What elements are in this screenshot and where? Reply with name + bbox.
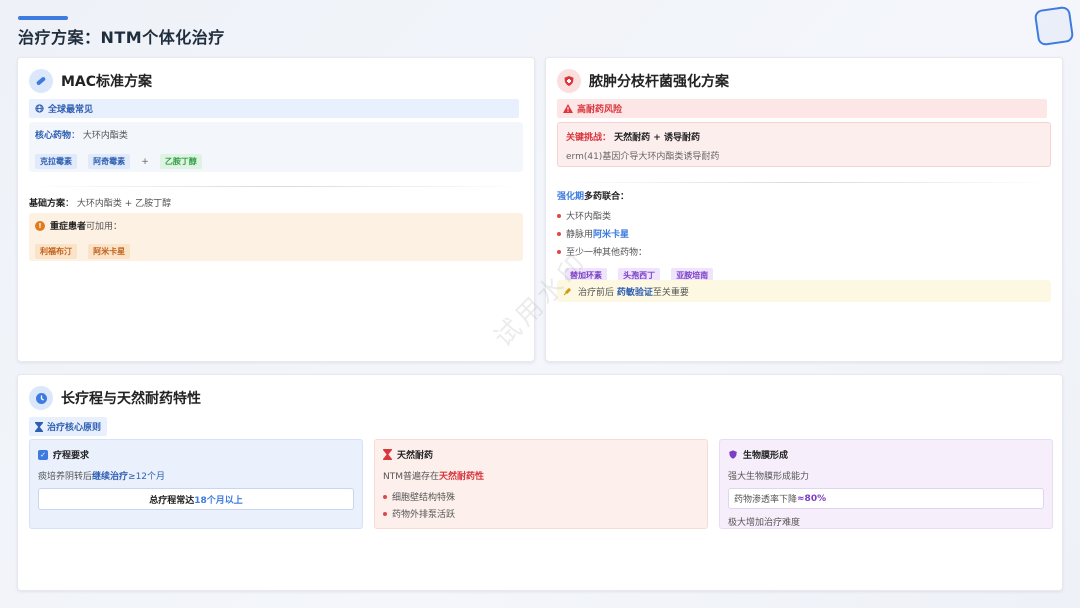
shield-icon bbox=[729, 450, 737, 459]
info-icon: ! bbox=[35, 220, 45, 231]
phase-blue: 强化期 bbox=[557, 192, 585, 202]
core-drug-label: 核心药物 bbox=[35, 131, 72, 141]
title-accent-bar bbox=[18, 16, 68, 20]
abscessus-card: 脓肿分枝杆菌强化方案 高耐药风险 关键挑战： 天然耐药 + 诱导耐药 erm(4… bbox=[545, 57, 1063, 362]
challenge-line: 关键挑战： 天然耐药 + 诱导耐药 bbox=[566, 133, 700, 143]
list-item: 大环内酯类 bbox=[557, 209, 1051, 222]
list-item: 药物外排泵活跃 bbox=[383, 507, 699, 520]
drug-chip: 阿奇霉素 bbox=[88, 154, 131, 169]
natural-resistance-text: NTM普遍存在天然耐药性 bbox=[383, 469, 699, 482]
resistance-text-prefix: NTM普遍存在 bbox=[383, 472, 439, 482]
iv-drug: 阿米卡星 bbox=[593, 230, 630, 240]
long-course-card: 长疗程与天然耐药特性 治疗核心原则 ✓ 疗程要求 痰培养阴转后继续治疗≥12个月… bbox=[17, 374, 1063, 591]
course-requirement-title: 疗程要求 bbox=[53, 451, 90, 461]
natural-resistance-title: 天然耐药 bbox=[397, 451, 434, 461]
high-risk-tag: 高耐药风险 bbox=[557, 99, 1047, 118]
hourglass-icon bbox=[383, 449, 392, 460]
divider bbox=[557, 182, 1051, 183]
natural-resistance-head: 天然耐药 bbox=[383, 448, 699, 461]
mac-card: MAC标准方案 全球最常见 核心药物： 大环内酯类 克拉霉素 阿奇霉素 + 乙胺… bbox=[17, 57, 535, 362]
course-box-bold: 18个月以上 bbox=[194, 495, 243, 506]
biofilm-text: 强大生物膜形成能力 bbox=[728, 472, 810, 482]
base-plan-label: 基础方案 bbox=[29, 199, 66, 209]
penetration-prefix: 药物渗透率下降 bbox=[734, 495, 798, 505]
shield-icon bbox=[557, 69, 581, 93]
global-common-tag: 全球最常见 bbox=[29, 99, 519, 118]
course-requirement-box: ✓ 疗程要求 痰培养阴转后继续治疗≥12个月 总疗程常达 18个月以上 bbox=[29, 439, 363, 529]
severe-bold: 重症患者 bbox=[50, 222, 87, 232]
iv-prefix: 静脉用 bbox=[566, 230, 594, 240]
course-text-bold: 继续治疗 bbox=[92, 472, 129, 482]
biofilm-head: 生物膜形成 bbox=[728, 448, 1044, 461]
plus-sign: + bbox=[141, 157, 149, 167]
mac-title: MAC标准方案 bbox=[61, 74, 153, 90]
principle-tag: 治疗核心原则 bbox=[29, 417, 108, 436]
penetration-bold: ≈80% bbox=[797, 493, 827, 504]
severe-rest: 可加用： bbox=[86, 222, 123, 232]
course-total-box: 总疗程常达 18个月以上 bbox=[38, 488, 354, 510]
syringe-icon bbox=[563, 288, 571, 296]
long-course-header: 长疗程与天然耐药特性 bbox=[29, 386, 201, 410]
clock-icon bbox=[29, 386, 53, 410]
warning-icon bbox=[563, 104, 573, 113]
drug-chip: 乙胺丁醇 bbox=[159, 154, 202, 169]
global-common-label: 全球最常见 bbox=[48, 105, 94, 115]
list-item: 至少一种其他药物： bbox=[557, 245, 1051, 258]
mac-card-header: MAC标准方案 bbox=[29, 69, 152, 93]
biofilm-title: 生物膜形成 bbox=[743, 451, 789, 461]
severe-line: ! 重症患者可加用： bbox=[35, 219, 517, 232]
core-drug-box: 核心药物： 大环内酯类 克拉霉素 阿奇霉素 + 乙胺丁醇 bbox=[29, 122, 523, 172]
course-box-prefix: 总疗程常达 bbox=[149, 495, 195, 506]
course-requirement-head: ✓ 疗程要求 bbox=[38, 448, 354, 461]
tip-suffix: 至关重要 bbox=[652, 287, 689, 298]
drug-chip: 克拉霉素 bbox=[35, 154, 77, 169]
pill-icon bbox=[29, 69, 53, 93]
susceptibility-tip: 治疗前后 药敏验证至关重要 bbox=[557, 280, 1051, 302]
calendar-icon: ✓ bbox=[38, 449, 48, 460]
challenge-value: 天然耐药 + 诱导耐药 bbox=[614, 133, 700, 143]
phase-line: 强化期多药联合： bbox=[557, 189, 1051, 202]
principle-label: 治疗核心原则 bbox=[47, 423, 102, 433]
corner-logo bbox=[1033, 5, 1075, 47]
high-risk-label: 高耐药风险 bbox=[577, 105, 623, 115]
page-title: 治疗方案：NTM个体化治疗 bbox=[18, 28, 225, 47]
biofilm-box: 生物膜形成 强大生物膜形成能力 药物渗透率下降 ≈80% 极大增加治疗难度 bbox=[719, 439, 1053, 529]
list-item: 细胞壁结构特殊 bbox=[383, 490, 699, 503]
abscessus-title: 脓肿分枝杆菌强化方案 bbox=[589, 74, 729, 90]
challenge-box: 关键挑战： 天然耐药 + 诱导耐药 erm(41)基因介导大环内酯类诱导耐药 bbox=[557, 122, 1051, 167]
divider bbox=[29, 186, 523, 187]
core-drug-line: 核心药物： 大环内酯类 bbox=[35, 131, 128, 141]
drug-chip: 利福布汀 bbox=[35, 244, 77, 259]
globe-icon bbox=[35, 104, 44, 113]
drug-chip: 阿米卡星 bbox=[88, 244, 131, 259]
biofilm-footer: 极大增加治疗难度 bbox=[728, 518, 801, 528]
severe-box: ! 重症患者可加用： 利福布汀 阿米卡星 bbox=[29, 213, 523, 261]
base-plan-value: 大环内酯类 + 乙胺丁醇 bbox=[76, 199, 172, 209]
hourglass-icon bbox=[35, 421, 43, 432]
severe-chips: 利福布汀 阿米卡星 bbox=[35, 239, 517, 259]
tip-prefix: 治疗前后 bbox=[578, 287, 615, 298]
intensive-phase: 强化期多药联合： 大环内酯类 静脉用阿米卡星 至少一种其他药物： 替加环素 头孢… bbox=[557, 189, 1051, 283]
phase-rest: 多药联合： bbox=[584, 192, 630, 202]
challenge-label: 关键挑战 bbox=[566, 133, 603, 143]
list-item: 静脉用阿米卡星 bbox=[557, 227, 1051, 240]
course-text-prefix: 痰培养阴转后 bbox=[38, 472, 93, 482]
tip-bold: 药敏验证 bbox=[616, 287, 653, 298]
base-plan-line: 基础方案： 大环内酯类 + 乙胺丁醇 bbox=[29, 199, 172, 209]
challenge-desc: erm(41)基因介导大环内酯类诱导耐药 bbox=[566, 152, 720, 162]
core-drug-chips: 克拉霉素 阿奇霉素 + 乙胺丁醇 bbox=[35, 149, 517, 169]
penetration-box: 药物渗透率下降 ≈80% bbox=[728, 488, 1044, 509]
course-requirement-text: 痰培养阴转后继续治疗≥12个月 bbox=[38, 469, 354, 482]
resistance-text-bold: 天然耐药性 bbox=[439, 472, 485, 482]
course-text-suffix: ≥12个月 bbox=[128, 472, 166, 482]
long-course-title: 长疗程与天然耐药特性 bbox=[61, 391, 201, 407]
core-drug-value: 大环内酯类 bbox=[82, 131, 128, 141]
abscessus-card-header: 脓肿分枝杆菌强化方案 bbox=[557, 69, 729, 93]
natural-resistance-box: 天然耐药 NTM普遍存在天然耐药性 细胞壁结构特殊 药物外排泵活跃 bbox=[374, 439, 708, 529]
